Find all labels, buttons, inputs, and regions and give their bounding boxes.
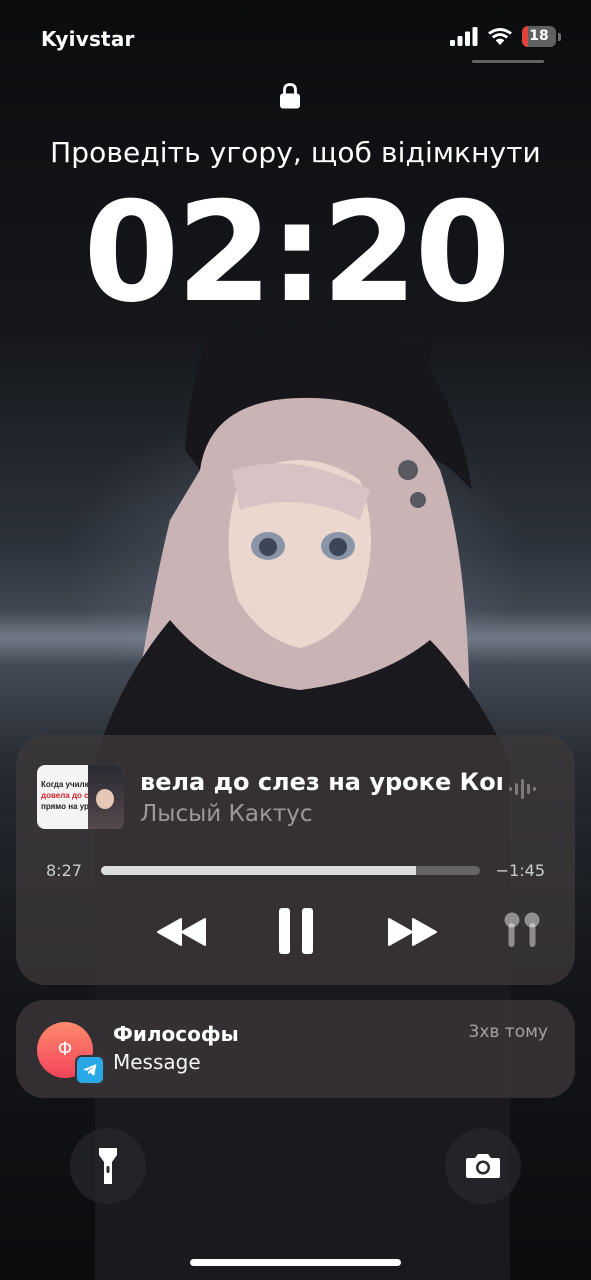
now-playing-widget[interactable]: Когда училка довела до слез прямо на уро… [16,735,575,985]
carrier-name: Kyivstar [41,27,135,51]
lock-icon [280,83,300,109]
camera-button[interactable] [445,1128,521,1204]
unlock-hint: Проведіть угору, щоб відімкнути [50,136,541,169]
forward-icon [388,918,437,946]
elapsed-time: 8:27 [46,861,82,880]
playback-progress-fill [101,866,416,875]
cellular-signal-icon [450,27,478,46]
next-track-button[interactable] [378,907,446,957]
app-badge [75,1055,105,1085]
playback-scrubber[interactable] [101,866,480,875]
notification-card[interactable]: Ф Философы Message 3хв тому [16,1000,575,1098]
home-indicator[interactable] [190,1259,401,1266]
audio-wave-icon [509,779,536,799]
remaining-time: −1:45 [495,861,545,880]
camera-icon [466,1154,500,1178]
track-title[interactable]: вела до слез на уроке Ког [140,768,502,796]
lock-screen-clock[interactable]: 02:20 [0,178,591,328]
flashlight-icon [99,1148,117,1184]
notification-time: 3хв тому [468,1022,549,1042]
notification-title: Философы [113,1022,239,1046]
flashlight-button[interactable] [70,1128,146,1204]
telegram-icon [83,1064,97,1076]
battery-icon: 18 [522,26,556,47]
album-artwork[interactable]: Когда училка довела до слез прямо на уро… [37,765,124,829]
track-artist: Лысый Кактус [140,801,313,827]
airpods-icon [504,912,540,947]
play-pause-button[interactable] [271,903,321,959]
status-bar: Kyivstar 18 [0,0,591,70]
previous-track-button[interactable] [148,907,216,957]
wifi-icon [488,27,512,45]
backward-icon [157,918,206,946]
notification-body: Message [113,1050,201,1074]
pause-icon [279,908,313,954]
control-center-grabber[interactable] [472,60,544,63]
battery-level: 18 [529,28,549,44]
audio-output-button[interactable] [494,909,550,953]
